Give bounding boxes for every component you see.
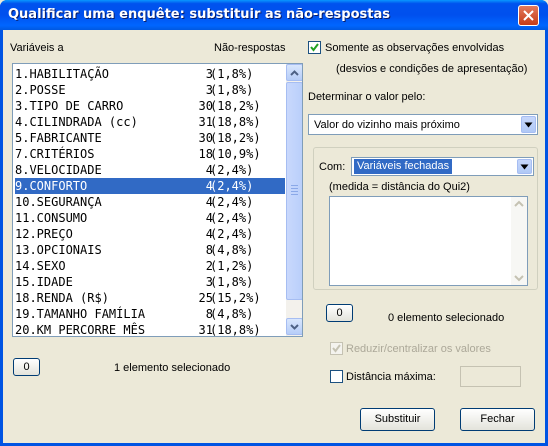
list-item[interactable]: 1.HABILITAÇÃO 3 (1,8%) [15, 66, 285, 82]
window-title: Qualificar uma enquête: substituir as nã… [8, 7, 390, 22]
variables-box-scrollbar [511, 197, 527, 285]
list-item-percent: (10,9%) [210, 147, 261, 161]
list-item-percent: (1,8%) [210, 67, 254, 81]
left-count-button[interactable]: 0 [13, 358, 40, 376]
max-distance-input[interactable] [460, 366, 521, 387]
right-count-button[interactable]: 0 [326, 304, 353, 322]
close-button[interactable]: Fechar [460, 408, 535, 431]
list-item-percent: (18,2%) [210, 131, 261, 145]
list-item[interactable]: 14.SEXO 2 (1,2%) [15, 258, 285, 274]
max-distance-label: Distância máxima: [346, 371, 436, 383]
chevron-down-icon [514, 275, 524, 282]
list-item[interactable]: 10.SEGURANÇA 4 (2,4%) [15, 194, 285, 210]
list-item-percent: (18,8%) [210, 323, 261, 337]
list-item[interactable]: 11.CONSUMO 4 (2,4%) [15, 210, 285, 226]
scroll-down-button[interactable] [286, 318, 302, 335]
list-item-label: 18.RENDA (R$) [15, 291, 109, 305]
com-label: Com: [319, 161, 346, 173]
method-select[interactable]: Valor do vizinho mais próximo [308, 114, 538, 135]
list-item[interactable]: 9.CONFORTO 4 (2,4%) [15, 178, 285, 194]
close-window-button[interactable] [518, 5, 539, 26]
only-observations-checkbox[interactable] [308, 41, 321, 54]
list-item[interactable]: 13.OPCIONAIS 8 (4,8%) [15, 242, 285, 258]
list-item-percent: (15,2%) [210, 291, 261, 305]
list-item-percent: (2,4%) [210, 179, 254, 193]
chevron-up-icon [514, 200, 524, 207]
checkmark-icon [332, 344, 341, 353]
list-item[interactable]: 4.CILINDRADA (cc) 31 (18,8%) [15, 114, 285, 130]
list-item-percent: (2,4%) [210, 195, 254, 209]
dialog-body: Variáveis a Não-respostas 1.HABILITAÇÃO 3… [3, 30, 545, 443]
substitute-button[interactable]: Substituir [360, 408, 435, 431]
scroll-thumb[interactable] [286, 82, 302, 300]
list-item-label: 2.POSSE [15, 83, 66, 97]
list-item-percent: (1,8%) [210, 275, 254, 289]
right-selected-text: 0 elemento selecionado [388, 312, 505, 324]
com-select-value: Variáveis fechadas [354, 159, 453, 174]
list-item[interactable]: 2.POSSE 3 (1,8%) [15, 82, 285, 98]
list-item-label: 14.SEXO [15, 259, 66, 273]
list-item[interactable]: 20.KM PERCORRE MÊS 31 (18,8%) [15, 322, 285, 337]
list-item[interactable]: 3.TIPO DE CARRO 30 (18,2%) [15, 98, 285, 114]
list-item[interactable]: 19.TAMANHO FAMÍLIA 8 (4,8%) [15, 306, 285, 322]
variables-box[interactable] [329, 196, 528, 286]
list-item-label: 5.FABRICANTE [15, 131, 102, 145]
list-item-label: 8.VELOCIDADE [15, 163, 102, 177]
list-item[interactable]: 12.PREÇO 4 (2,4%) [15, 226, 285, 242]
method-dropdown-button[interactable] [521, 116, 536, 133]
variables-header: Variáveis a [10, 42, 64, 54]
list-item-label: 13.OPCIONAIS [15, 243, 102, 257]
list-item-percent: (1,2%) [210, 259, 254, 273]
reduce-checkbox[interactable] [330, 342, 343, 355]
list-item[interactable]: 18.RENDA (R$) 25 (15,2%) [15, 290, 285, 306]
neighbor-groupbox: Com: Variáveis fechadas (medida = distân… [313, 147, 538, 290]
list-item-percent: (4,8%) [210, 307, 254, 321]
chevron-up-icon [290, 69, 299, 76]
list-scrollbar[interactable] [286, 64, 302, 336]
list-item-percent: (2,4%) [210, 211, 254, 225]
dialog-window: Qualificar uma enquête: substituir as nã… [0, 0, 548, 446]
list-item-label: 4.CILINDRADA (cc) [15, 115, 138, 129]
determine-label: Determinar o valor pelo: [308, 91, 426, 103]
chevron-down-icon [524, 122, 533, 127]
list-item-label: 12.PREÇO [15, 227, 73, 241]
list-item-percent: (2,4%) [210, 227, 254, 241]
list-item[interactable]: 7.CRITÉRIOS 18 (10,9%) [15, 146, 285, 162]
nonresponses-header: Não-respostas [214, 42, 286, 54]
left-selected-text: 1 elemento selecionado [114, 362, 231, 374]
list-item-label: 11.CONSUMO [15, 211, 88, 225]
list-item-label: 20.KM PERCORRE MÊS [15, 323, 146, 337]
scroll-up-button[interactable] [286, 64, 302, 81]
only-observations-label: Somente as observações envolvidas [325, 42, 505, 54]
reduce-label: Reduzir/centralizar os valores [346, 343, 491, 355]
list-item-label: 7.CRITÉRIOS [15, 147, 95, 161]
title-bar[interactable]: Qualificar uma enquête: substituir as nã… [0, 0, 548, 30]
list-item-label: 1.HABILITAÇÃO [15, 67, 109, 81]
list-item-percent: (1,8%) [210, 83, 254, 97]
method-select-value: Valor do vizinho mais próximo [314, 119, 460, 131]
only-observations-sublabel: (desvios e condições de apresentação) [336, 63, 528, 75]
list-item-label: 9.CONFORTO [15, 179, 88, 193]
list-item-label: 10.SEGURANÇA [15, 195, 102, 209]
list-item[interactable]: 8.VELOCIDADE 4 (2,4%) [15, 162, 285, 178]
list-item[interactable]: 5.FABRICANTE 30 (18,2%) [15, 130, 285, 146]
close-icon [523, 10, 534, 21]
com-dropdown-button[interactable] [517, 159, 532, 174]
list-item-label: 19.TAMANHO FAMÍLIA [15, 307, 146, 321]
list-item-percent: (18,8%) [210, 115, 261, 129]
list-item-percent: (2,4%) [210, 163, 254, 177]
list-item-label: 15.IDADE [15, 275, 73, 289]
chevron-down-icon [520, 164, 529, 169]
list-item-label: 3.TIPO DE CARRO [15, 99, 124, 113]
max-distance-checkbox[interactable] [330, 370, 343, 383]
measure-note: (medida = distância do Qui2) [329, 181, 470, 193]
list-item-percent: (18,2%) [210, 99, 261, 113]
variables-list[interactable]: 1.HABILITAÇÃO 3 (1,8%) 2.POSSE 3 (1,8%) 3.TIPO… [12, 63, 303, 337]
com-select[interactable]: Variáveis fechadas [351, 157, 534, 176]
chevron-down-icon [290, 323, 299, 330]
checkmark-icon [310, 43, 319, 52]
list-item-percent: (4,8%) [210, 243, 254, 257]
list-item[interactable]: 15.IDADE 3 (1,8%) [15, 274, 285, 290]
